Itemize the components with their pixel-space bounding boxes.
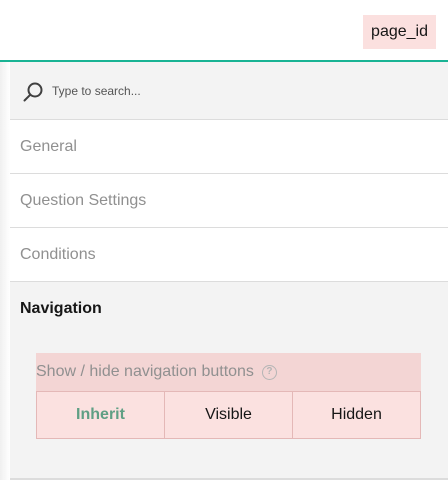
property-title: Show / hide navigation buttons ? <box>36 353 421 391</box>
visible-option-button[interactable]: Visible <box>165 392 293 438</box>
category-conditions[interactable]: Conditions <box>10 228 448 282</box>
category-general[interactable]: General <box>10 120 448 174</box>
navigation-visibility-button-group: Inherit Visible Hidden <box>36 391 421 439</box>
search-bar <box>10 62 448 120</box>
property-grid-header: page_id <box>0 0 448 62</box>
category-question-settings[interactable]: Question Settings <box>10 174 448 228</box>
search-icon <box>22 81 44 103</box>
property-grid-panel: page_id General Question Settings Condit… <box>0 0 448 480</box>
category-navigation[interactable]: Navigation <box>10 282 448 336</box>
search-input[interactable] <box>52 78 432 104</box>
navigation-buttons-visibility-property: Show / hide navigation buttons ? Inherit… <box>36 353 421 440</box>
hidden-option-button[interactable]: Hidden <box>293 392 420 438</box>
inherit-option-button[interactable]: Inherit <box>37 392 165 438</box>
property-title-text: Show / hide navigation buttons <box>36 363 254 380</box>
page-id-badge[interactable]: page_id <box>363 15 436 49</box>
help-icon[interactable]: ? <box>261 364 277 380</box>
panel-shadow <box>0 62 10 480</box>
